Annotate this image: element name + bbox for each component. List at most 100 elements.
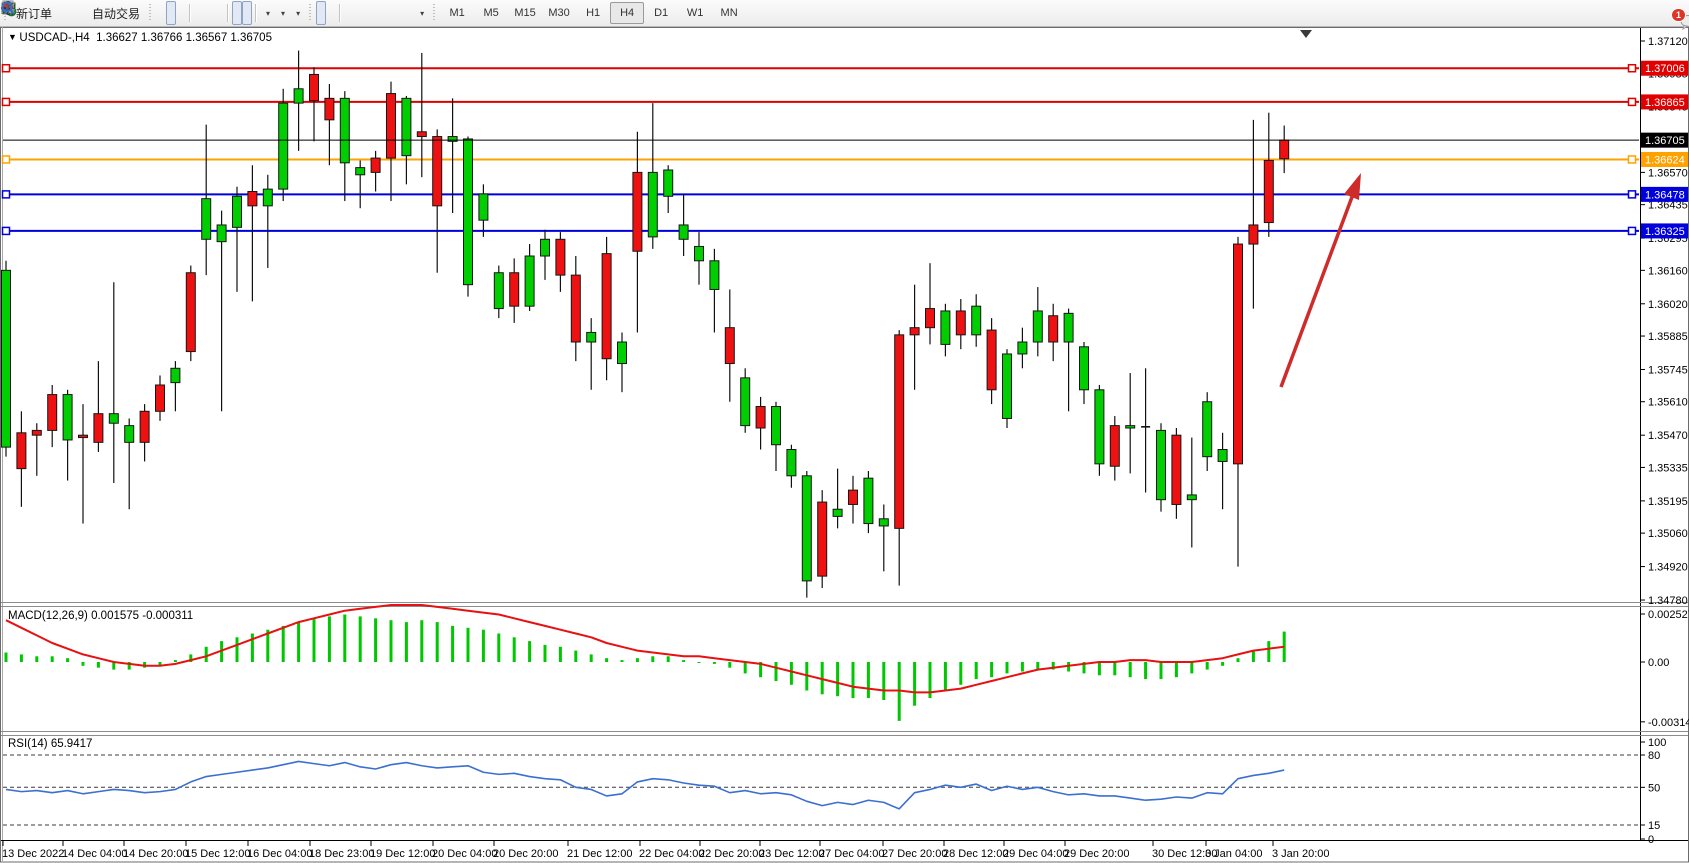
tab-h4[interactable]: H4 bbox=[610, 2, 644, 24]
candlestick-chart-button[interactable] bbox=[166, 1, 176, 25]
candle-body[interactable] bbox=[494, 273, 503, 309]
cursor-tool-button[interactable] bbox=[316, 1, 326, 25]
candle-body[interactable] bbox=[63, 395, 72, 440]
candle-body[interactable] bbox=[633, 172, 642, 251]
line-handle[interactable] bbox=[1629, 227, 1636, 234]
candle-body[interactable] bbox=[1280, 140, 1289, 159]
candle-body[interactable] bbox=[32, 430, 41, 435]
candle-body[interactable] bbox=[371, 158, 380, 172]
toolbar-grip[interactable] bbox=[432, 4, 437, 22]
candle-body[interactable] bbox=[1110, 426, 1119, 467]
candle-body[interactable] bbox=[2, 270, 11, 447]
candle-body[interactable] bbox=[294, 89, 303, 103]
candle-body[interactable] bbox=[725, 328, 734, 364]
line-handle[interactable] bbox=[3, 98, 10, 105]
candle-body[interactable] bbox=[263, 189, 272, 206]
candle-body[interactable] bbox=[864, 478, 873, 523]
tab-m5[interactable]: M5 bbox=[474, 2, 508, 24]
candle-body[interactable] bbox=[479, 194, 488, 220]
candle-body[interactable] bbox=[109, 414, 118, 424]
candle-body[interactable] bbox=[679, 225, 688, 239]
candle-body[interactable] bbox=[510, 273, 519, 306]
signals-button[interactable] bbox=[77, 1, 87, 25]
candle-body[interactable] bbox=[140, 411, 149, 442]
candle-body[interactable] bbox=[1218, 450, 1227, 462]
tab-m1[interactable]: M1 bbox=[440, 2, 474, 24]
candle-body[interactable] bbox=[587, 332, 596, 342]
candle-body[interactable] bbox=[1234, 244, 1243, 464]
candle-body[interactable] bbox=[233, 196, 242, 227]
candle-body[interactable] bbox=[541, 239, 550, 256]
periods-button[interactable]: ▾ bbox=[275, 1, 290, 25]
trendline-tool-button[interactable] bbox=[364, 1, 374, 25]
candle-body[interactable] bbox=[1249, 225, 1258, 244]
autotrading-button[interactable]: 自动交易 bbox=[87, 1, 145, 25]
candle-body[interactable] bbox=[602, 254, 611, 359]
line-handle[interactable] bbox=[3, 227, 10, 234]
line-handle[interactable] bbox=[1629, 191, 1636, 198]
candle-body[interactable] bbox=[156, 385, 165, 411]
tab-m15[interactable]: M15 bbox=[508, 2, 542, 24]
tab-d1[interactable]: D1 bbox=[644, 2, 678, 24]
candle-body[interactable] bbox=[217, 225, 226, 242]
candle-body[interactable] bbox=[202, 199, 211, 240]
search-icon[interactable] bbox=[0, 0, 17, 17]
candle-body[interactable] bbox=[402, 98, 411, 155]
indicators-button[interactable]: ▾ bbox=[260, 1, 275, 25]
tab-mn[interactable]: MN bbox=[712, 2, 746, 24]
bar-chart-button[interactable] bbox=[156, 1, 166, 25]
candle-body[interactable] bbox=[1064, 313, 1073, 342]
candle-body[interactable] bbox=[695, 246, 704, 260]
chart-shift-button[interactable] bbox=[242, 1, 252, 25]
horizontal-line-tool-button[interactable] bbox=[354, 1, 364, 25]
candle-body[interactable] bbox=[1172, 435, 1181, 504]
candle-body[interactable] bbox=[926, 309, 935, 328]
tile-windows-button[interactable] bbox=[214, 1, 224, 25]
candle-body[interactable] bbox=[325, 98, 334, 120]
templates-button[interactable]: ▾ bbox=[290, 1, 305, 25]
candle-body[interactable] bbox=[895, 335, 904, 529]
line-handle[interactable] bbox=[3, 191, 10, 198]
toolbar-grip[interactable] bbox=[148, 4, 153, 22]
line-handle[interactable] bbox=[3, 156, 10, 163]
candle-body[interactable] bbox=[972, 306, 981, 335]
candle-body[interactable] bbox=[433, 137, 442, 206]
candle-body[interactable] bbox=[618, 342, 627, 364]
candle-body[interactable] bbox=[125, 426, 134, 443]
candle-body[interactable] bbox=[710, 261, 719, 290]
candle-body[interactable] bbox=[1264, 160, 1273, 222]
candle-body[interactable] bbox=[818, 502, 827, 576]
line-handle[interactable] bbox=[1629, 156, 1636, 163]
candle-body[interactable] bbox=[879, 519, 888, 526]
candle-body[interactable] bbox=[17, 433, 26, 469]
candle-body[interactable] bbox=[248, 192, 257, 206]
candle-body[interactable] bbox=[956, 311, 965, 335]
vertical-line-tool-button[interactable] bbox=[344, 1, 354, 25]
candle-body[interactable] bbox=[756, 407, 765, 429]
candle-body[interactable] bbox=[1018, 342, 1027, 354]
zoom-out-button[interactable] bbox=[204, 1, 214, 25]
candle-body[interactable] bbox=[464, 139, 473, 285]
candle-body[interactable] bbox=[1033, 311, 1042, 342]
line-handle[interactable] bbox=[1629, 98, 1636, 105]
candle-body[interactable] bbox=[849, 490, 858, 504]
tab-h1[interactable]: H1 bbox=[576, 2, 610, 24]
line-handle[interactable] bbox=[1629, 65, 1636, 72]
candle-body[interactable] bbox=[741, 378, 750, 426]
line-handle[interactable] bbox=[3, 65, 10, 72]
candle-body[interactable] bbox=[94, 414, 103, 443]
candle-body[interactable] bbox=[48, 395, 57, 431]
candle-body[interactable] bbox=[1187, 495, 1196, 500]
candle-body[interactable] bbox=[340, 98, 349, 163]
candle-body[interactable] bbox=[787, 450, 796, 476]
channel-tool-button[interactable]: E bbox=[374, 1, 384, 25]
new-order-button[interactable]: 新订单 bbox=[11, 1, 57, 25]
candle-body[interactable] bbox=[556, 239, 565, 275]
candle-body[interactable] bbox=[171, 368, 180, 382]
candle-body[interactable] bbox=[987, 330, 996, 390]
text-tool-button[interactable]: A bbox=[394, 1, 404, 25]
candle-body[interactable] bbox=[186, 273, 195, 352]
auto-scroll-button[interactable] bbox=[232, 1, 242, 25]
candle-body[interactable] bbox=[833, 509, 842, 516]
candle-body[interactable] bbox=[356, 168, 365, 175]
